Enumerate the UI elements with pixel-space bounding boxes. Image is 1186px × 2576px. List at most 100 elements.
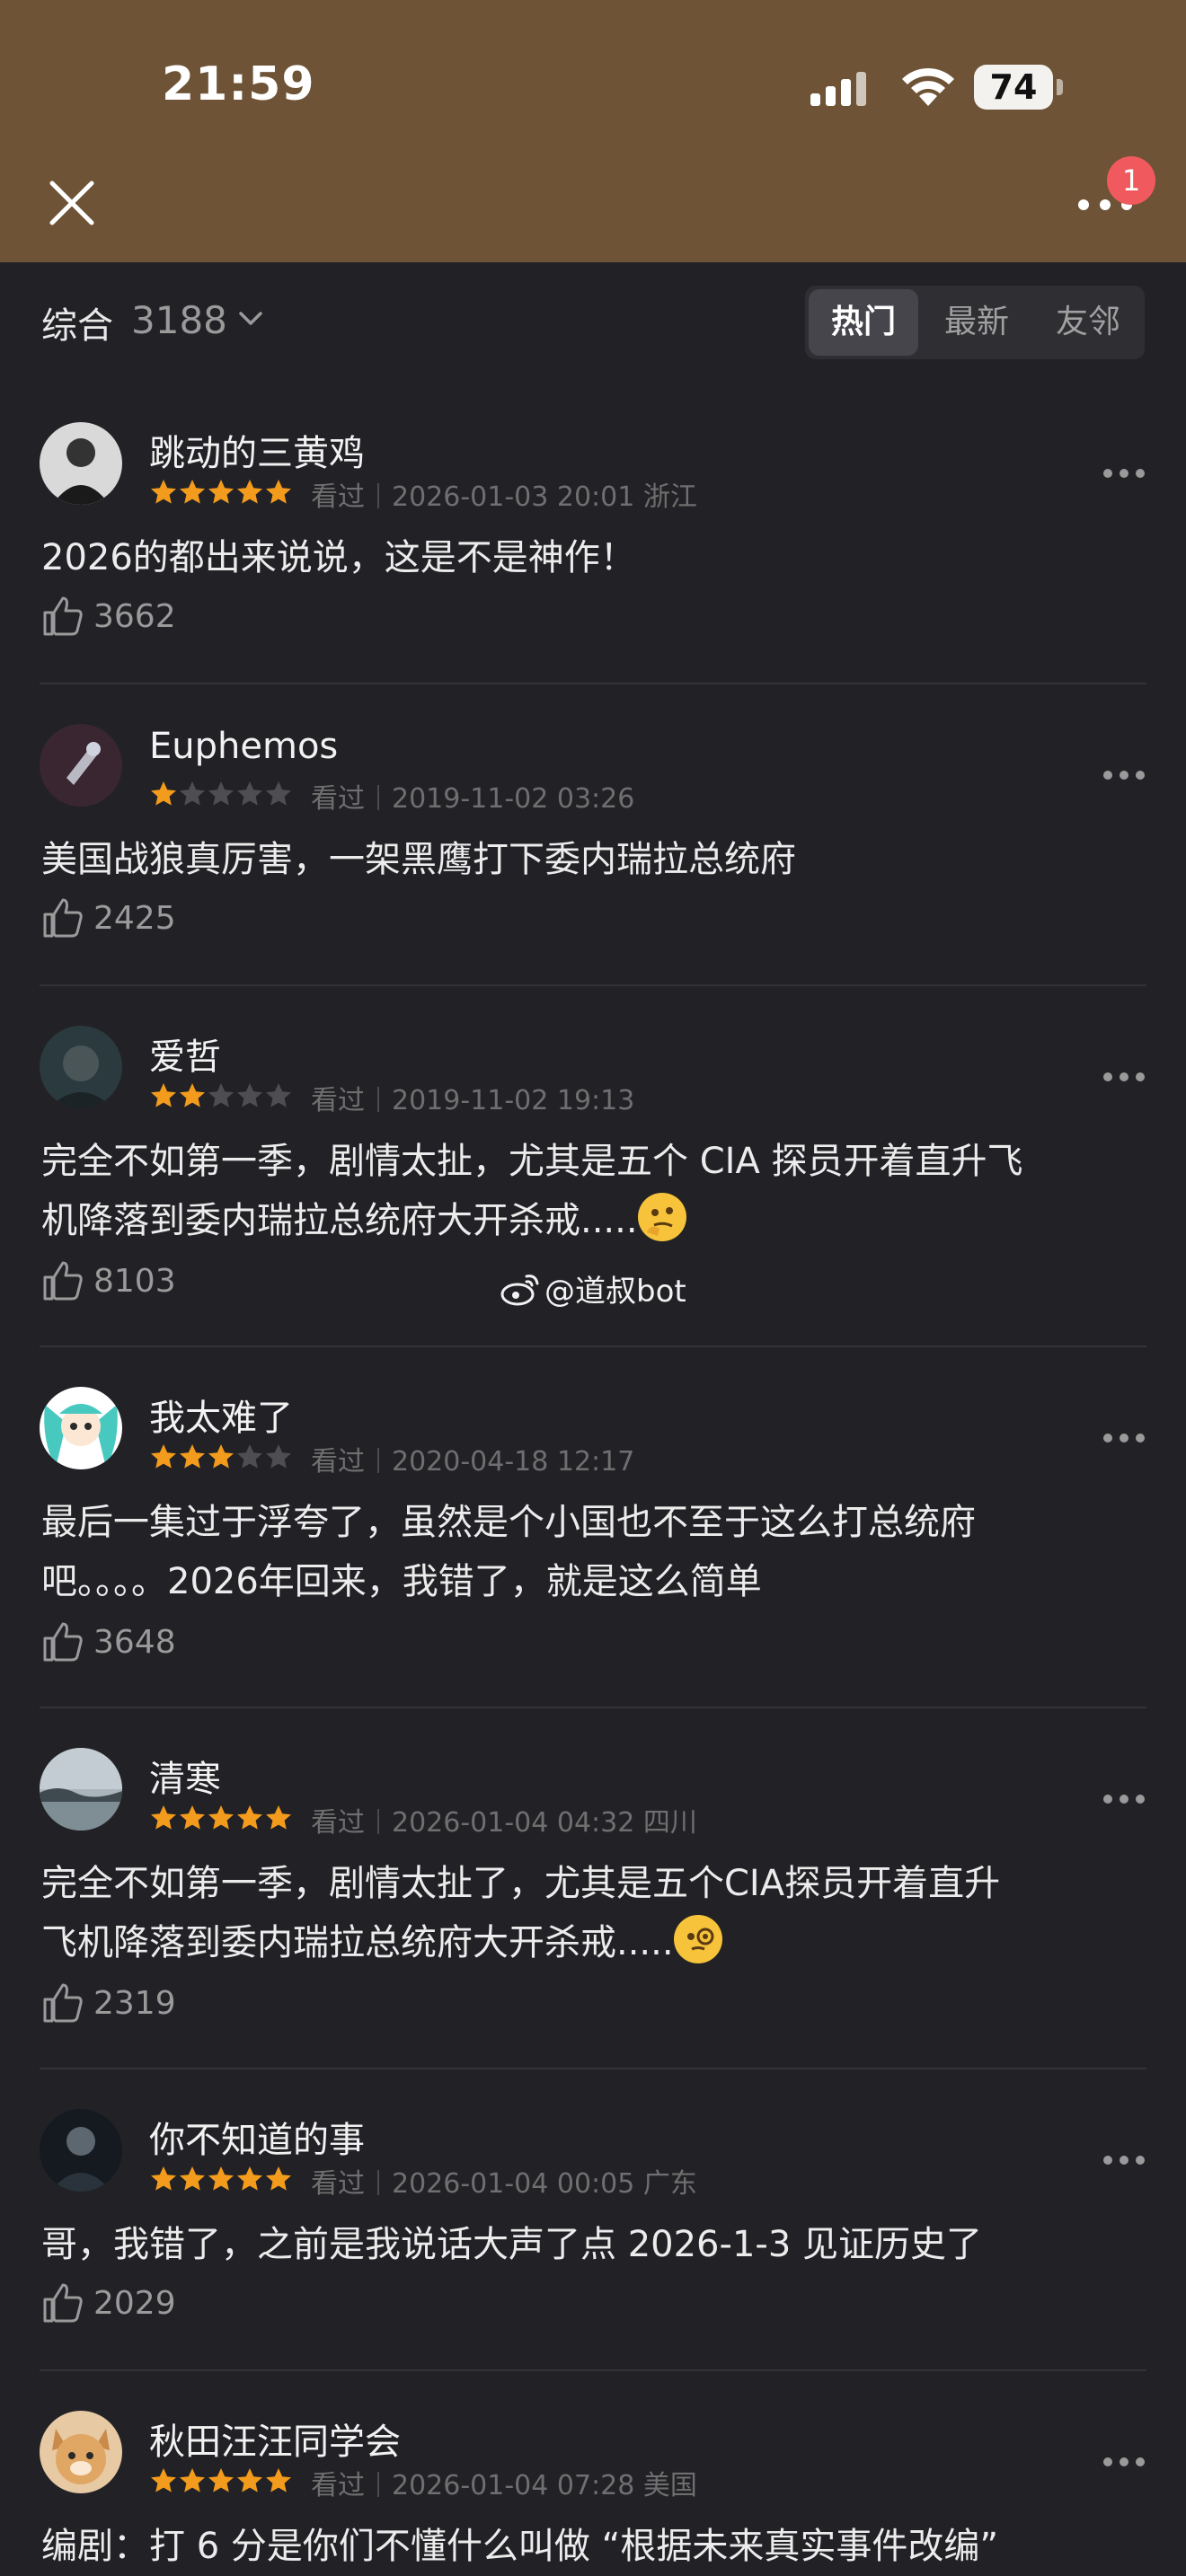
comment-text: 美国战狼真厉害，一架黑鹰打下委内瑞拉总统府: [41, 839, 796, 880]
tab-hot[interactable]: 热门: [809, 289, 918, 356]
like-count: 3662: [93, 597, 176, 635]
comment-more-icon[interactable]: [1102, 2147, 1146, 2174]
comment-meta: 看过 2019-11-02 03:26: [311, 776, 634, 816]
like-button[interactable]: 3662: [41, 595, 176, 638]
watched-status: 看过: [311, 2470, 365, 2501]
comment-text-line: 飞机降落到委内瑞拉总统府大开杀戒.....: [41, 1922, 674, 1963]
comment-more-icon[interactable]: [1102, 1786, 1146, 1813]
divider: [40, 984, 1146, 986]
avatar[interactable]: [40, 1387, 122, 1469]
comment-location: 浙江: [642, 481, 697, 513]
like-count: 2425: [93, 899, 176, 937]
avatar[interactable]: [40, 2109, 122, 2192]
watched-status: 看过: [311, 2168, 365, 2200]
comment-text-line: 机降落到委内瑞拉总统府大开杀戒.....: [41, 1200, 638, 1241]
username[interactable]: 秋田汪汪同学会: [149, 2413, 401, 2465]
star-filled-icon: [151, 781, 176, 806]
like-count: 8103: [93, 1262, 176, 1300]
star-filled-icon: [266, 1805, 291, 1830]
comment-date: 2026-01-04 04:32: [392, 1807, 635, 1839]
star-empty-icon: [208, 1083, 234, 1107]
divider: [40, 2369, 1146, 2371]
comment-text-line: 完全不如第一季，剧情太扯，尤其是五个 CIA 探员开着直升飞: [41, 1141, 1023, 1182]
sort-label[interactable]: 综合: [41, 296, 113, 348]
divider: [40, 683, 1146, 684]
comment-more-icon[interactable]: [1102, 1425, 1146, 1451]
top-header: 21:59 74 1: [0, 0, 1186, 262]
comment-meta: 看过 2026-01-04 07:28 美国: [311, 2463, 697, 2502]
star-empty-icon: [266, 781, 291, 806]
comment-more-icon[interactable]: [1102, 762, 1146, 789]
star-filled-icon: [151, 2166, 176, 2191]
avatar[interactable]: [40, 1748, 122, 1831]
comment-text-line: 最后一集过于浮夸了，虽然是个小国也不至于这么打总统府: [41, 1502, 976, 1543]
comment-meta: 看过 2026-01-03 20:01 浙江: [311, 474, 697, 514]
comment-more-icon[interactable]: [1102, 1063, 1146, 1090]
divider: [40, 1707, 1146, 1708]
cellular-signal-icon: [810, 72, 866, 106]
star-filled-icon: [208, 2166, 234, 2191]
username[interactable]: 我太难了: [149, 1389, 293, 1441]
comment-text: 最后一集过于浮夸了，虽然是个小国也不至于这么打总统府 吧。。。。2026年回来，…: [41, 1493, 1155, 1611]
watched-status: 看过: [311, 1085, 365, 1116]
sort-tabs: 热门 最新 友邻: [805, 286, 1145, 359]
thumbs-up-icon: [43, 1983, 83, 2023]
username[interactable]: 清寒: [149, 1750, 221, 1802]
username[interactable]: 跳动的三黄鸡: [149, 424, 365, 476]
monocle-face-icon: [673, 1915, 722, 1963]
rating-stars: [149, 1442, 293, 1471]
comment-location: 广东: [642, 2168, 697, 2200]
star-filled-icon: [266, 2468, 291, 2492]
like-button[interactable]: 3648: [41, 1620, 176, 1663]
star-filled-icon: [180, 480, 205, 504]
star-filled-icon: [151, 2468, 176, 2492]
like-button[interactable]: 2029: [41, 2281, 176, 2325]
comment-text-line: 吧。。。。2026年回来，我错了，就是这么简单: [41, 1561, 762, 1602]
star-empty-icon: [208, 781, 234, 806]
status-icons: 74: [809, 0, 1186, 171]
close-icon[interactable]: [45, 176, 99, 230]
watermark: @道叔bot: [500, 1266, 686, 1310]
like-button[interactable]: 2319: [41, 1981, 176, 2025]
comment-text-line: 完全不如第一季，剧情太扯了，尤其是五个CIA探员开着直升: [41, 1863, 1001, 1904]
star-filled-icon: [237, 480, 262, 504]
divider: [40, 1345, 1146, 1347]
comment-meta: 看过 2020-04-18 12:17: [311, 1439, 634, 1478]
tab-friends[interactable]: 友邻: [1033, 286, 1143, 359]
chevron-down-icon[interactable]: [237, 310, 264, 328]
comment-meta: 看过 2019-11-02 19:13: [311, 1078, 634, 1117]
avatar[interactable]: [40, 1026, 122, 1108]
star-filled-icon: [208, 1444, 234, 1469]
comment-more-icon[interactable]: [1102, 2448, 1146, 2475]
like-button[interactable]: 2425: [41, 896, 176, 940]
watched-status: 看过: [311, 1446, 365, 1478]
star-empty-icon: [180, 781, 205, 806]
wifi-icon: [902, 67, 954, 106]
avatar[interactable]: [40, 422, 122, 505]
star-filled-icon: [208, 1805, 234, 1830]
rating-stars: [149, 2466, 293, 2495]
username[interactable]: 你不知道的事: [149, 2111, 365, 2163]
avatar[interactable]: [40, 2411, 122, 2493]
comment-text: 2026的都出来说说，这是不是神作！: [41, 537, 636, 578]
rating-stars: [149, 780, 293, 808]
star-filled-icon: [180, 1083, 205, 1107]
thumbs-up-icon: [43, 1622, 83, 1662]
comment-location: 四川: [642, 1807, 697, 1839]
username[interactable]: Euphemos: [149, 726, 338, 767]
watched-status: 看过: [311, 1807, 365, 1839]
watched-status: 看过: [311, 481, 365, 513]
star-filled-icon: [151, 480, 176, 504]
status-time: 21:59: [162, 57, 315, 111]
tab-latest[interactable]: 最新: [922, 286, 1031, 359]
like-button[interactable]: 8103: [41, 1259, 176, 1302]
star-filled-icon: [208, 2468, 234, 2492]
star-filled-icon: [151, 1805, 176, 1830]
star-empty-icon: [237, 1444, 262, 1469]
comment-more-icon[interactable]: [1102, 460, 1146, 487]
username[interactable]: 爱哲: [149, 1028, 221, 1080]
avatar[interactable]: [40, 724, 122, 807]
rating-stars: [149, 478, 293, 507]
comment-text: 编剧：打 6 分是你们不懂什么叫做 “根据未来真实事件改编”: [41, 2526, 999, 2567]
like-count: 2029: [93, 2284, 176, 2322]
